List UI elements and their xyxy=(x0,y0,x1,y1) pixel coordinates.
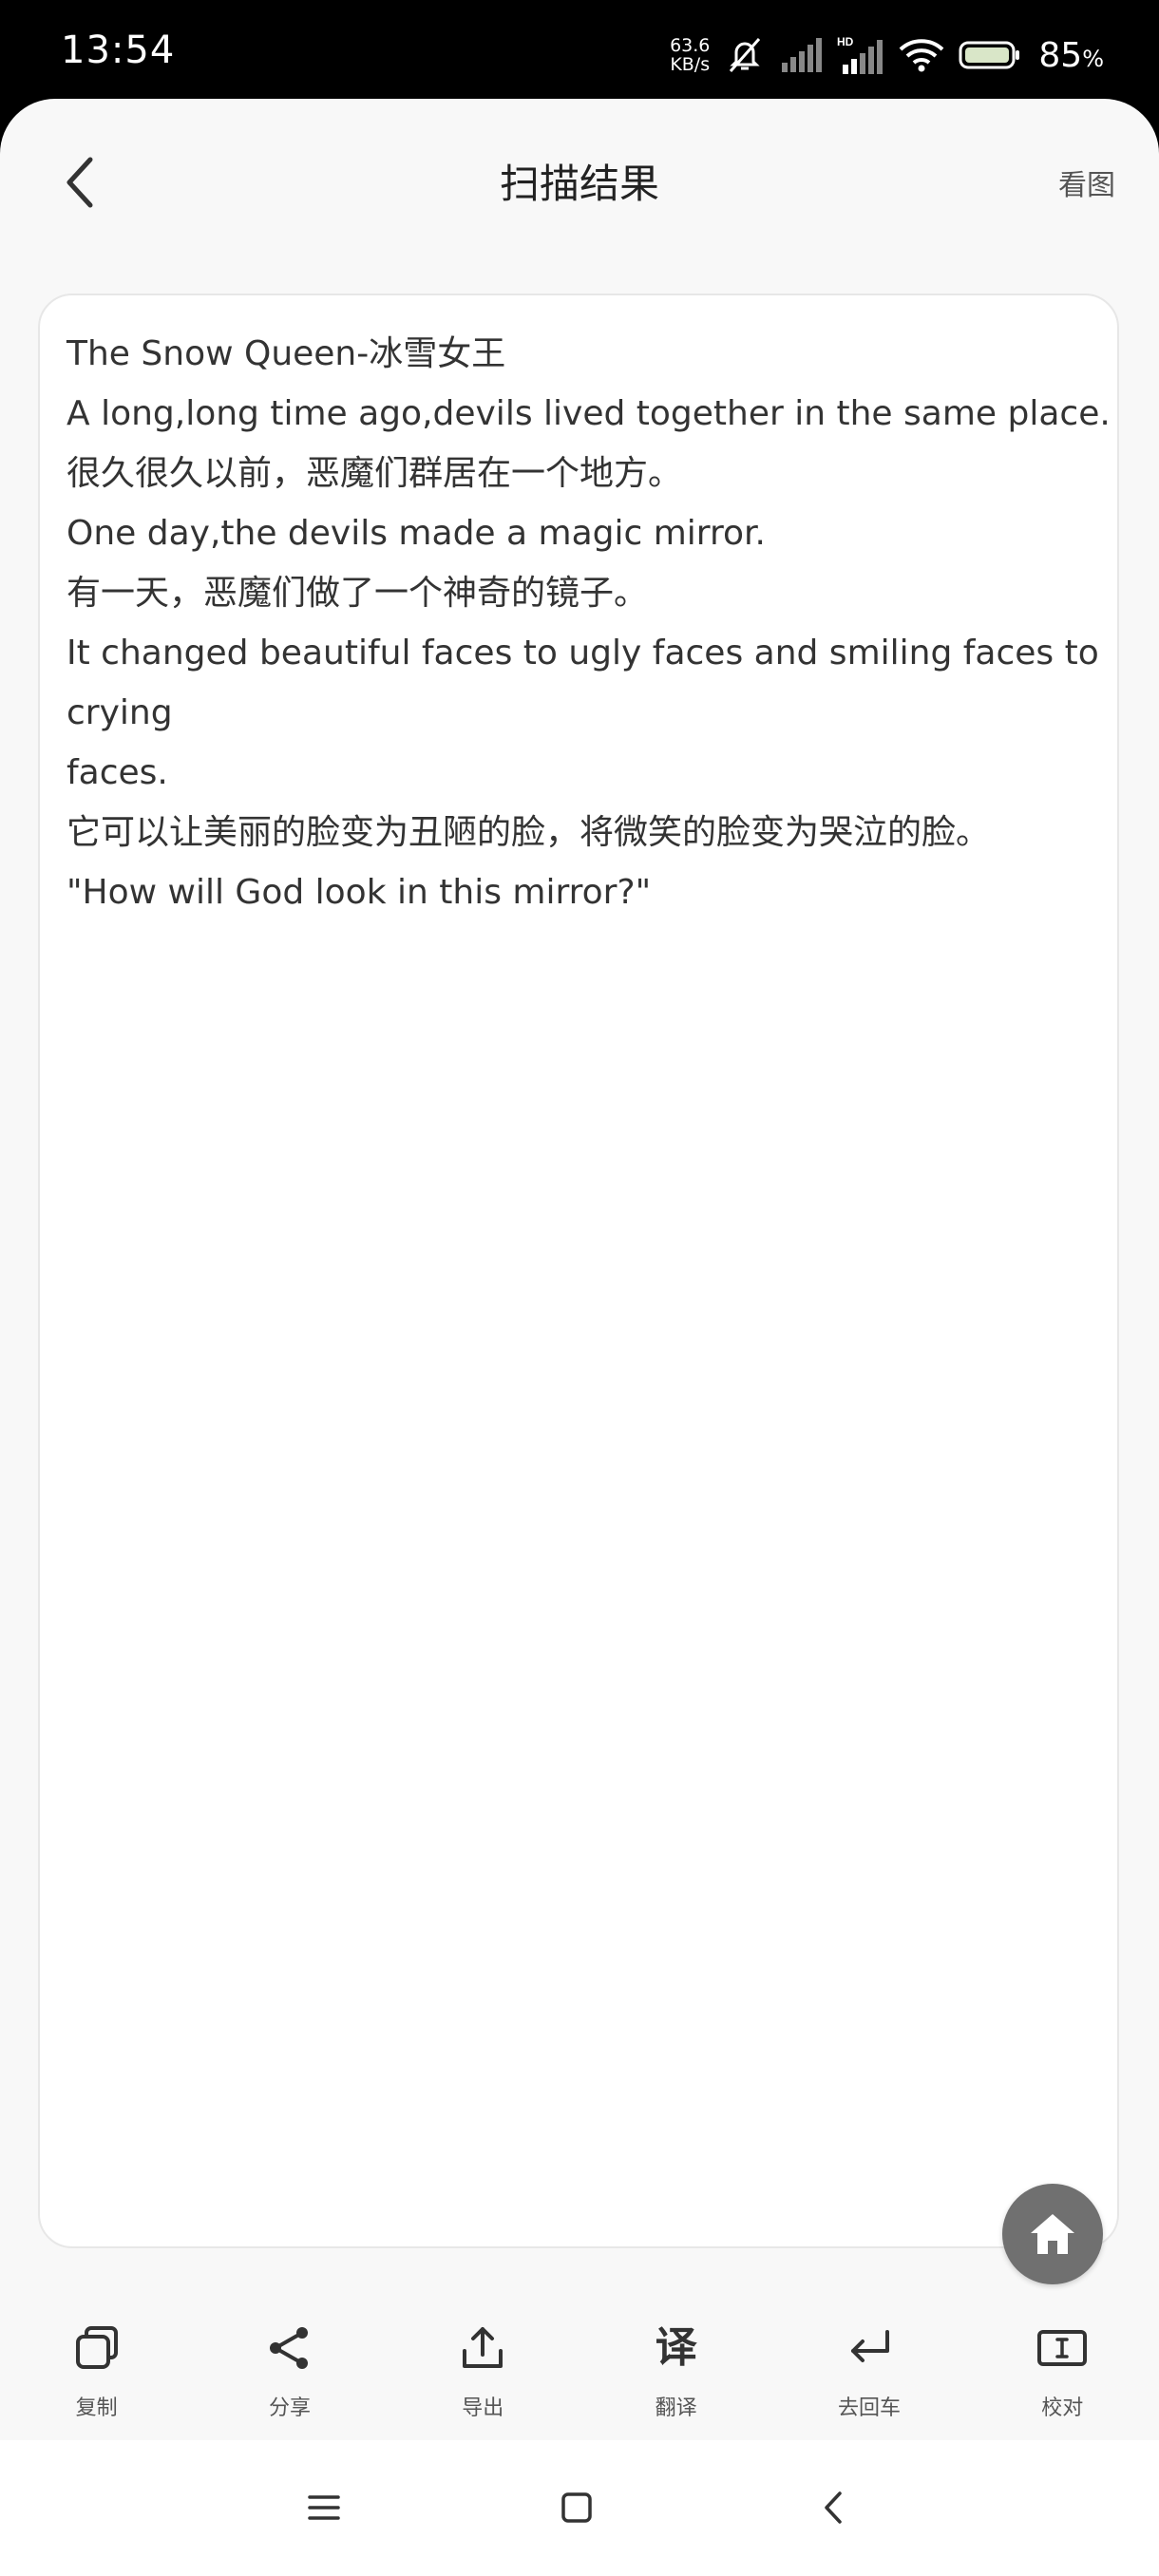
battery-percent: 85% xyxy=(1038,35,1104,75)
net-speed-value: 63.6 xyxy=(670,35,711,56)
text-line: crying xyxy=(66,693,173,732)
menu-icon xyxy=(308,2495,340,2520)
net-speed: 63.6 KB/s xyxy=(670,36,710,74)
signal-icon xyxy=(780,36,824,74)
proofread-button[interactable]: 校对 xyxy=(991,2275,1133,2436)
text-line: A long,long time ago,devils lived togeth… xyxy=(66,394,1111,433)
system-nav-bar xyxy=(0,2440,1159,2576)
mute-icon xyxy=(723,33,767,77)
status-time: 13:54 xyxy=(61,28,176,72)
nav-back-button[interactable] xyxy=(800,2474,866,2541)
page-title: 扫描结果 xyxy=(499,161,659,207)
text-line: 它可以让美丽的脸变为丑陋的脸，将微笑的脸变为哭泣的脸。 xyxy=(66,813,991,852)
text-line: One day,the devils made a magic mirror. xyxy=(66,514,766,553)
svg-text:HD: HD xyxy=(837,35,854,48)
copy-icon xyxy=(64,2315,130,2381)
text-line: faces. xyxy=(66,753,168,792)
net-speed-unit: KB/s xyxy=(670,54,711,75)
status-bar: 13:54 63.6 KB/s HD 85% xyxy=(0,0,1159,109)
nav-home-button[interactable] xyxy=(543,2474,610,2541)
text-line: The Snow Queen-冰雪女王 xyxy=(66,334,506,373)
remove-return-button[interactable]: 去回车 xyxy=(798,2275,940,2436)
nav-menu-button[interactable] xyxy=(291,2474,357,2541)
scan-result-text[interactable]: The Snow Queen-冰雪女王 A long,long time ago… xyxy=(66,324,1111,922)
share-label: 分享 xyxy=(268,2396,311,2420)
header: 扫描结果 看图 xyxy=(0,99,1159,260)
share-icon xyxy=(256,2315,323,2381)
text-line: It changed beautiful faces to ugly faces… xyxy=(66,634,1099,672)
translate-icon: 译 xyxy=(643,2315,710,2381)
translate-button[interactable]: 译 翻译 xyxy=(605,2275,748,2436)
translate-label: 翻译 xyxy=(655,2396,697,2420)
home-fab-button[interactable] xyxy=(1002,2184,1103,2284)
scan-result-card: The Snow Queen-冰雪女王 A long,long time ago… xyxy=(38,294,1119,2248)
main-sheet: 扫描结果 看图 The Snow Queen-冰雪女王 A long,long … xyxy=(0,99,1159,2440)
text-line: "How will God look in this mirror?" xyxy=(66,873,652,912)
copy-button[interactable]: 复制 xyxy=(26,2275,168,2436)
status-icons: 63.6 KB/s HD 85% xyxy=(670,27,1104,84)
proofread-label: 校对 xyxy=(1041,2396,1084,2420)
translate-glyph: 译 xyxy=(655,2323,697,2372)
nav-back-icon xyxy=(825,2491,842,2524)
text-line: 有一天，恶魔们做了一个神奇的镜子。 xyxy=(66,574,649,613)
wifi-icon xyxy=(898,36,945,74)
remove-return-label: 去回车 xyxy=(837,2396,901,2420)
share-button[interactable]: 分享 xyxy=(218,2275,361,2436)
battery-icon xyxy=(959,39,1021,71)
export-label: 导出 xyxy=(462,2396,504,2420)
remove-return-icon xyxy=(836,2315,902,2381)
copy-label: 复制 xyxy=(75,2396,118,2420)
export-icon xyxy=(449,2315,516,2381)
proofread-icon xyxy=(1029,2315,1095,2381)
hd-signal-icon: HD xyxy=(837,34,884,76)
bottom-toolbar: 复制 分享 导出 译 翻译 去回车 校对 xyxy=(0,2275,1159,2436)
home-icon xyxy=(1031,2214,1074,2254)
export-button[interactable]: 导出 xyxy=(411,2275,554,2436)
text-line: 很久很久以前，恶魔们群居在一个地方。 xyxy=(66,454,683,493)
square-icon xyxy=(561,2492,592,2523)
view-image-button[interactable]: 看图 xyxy=(1058,161,1115,203)
